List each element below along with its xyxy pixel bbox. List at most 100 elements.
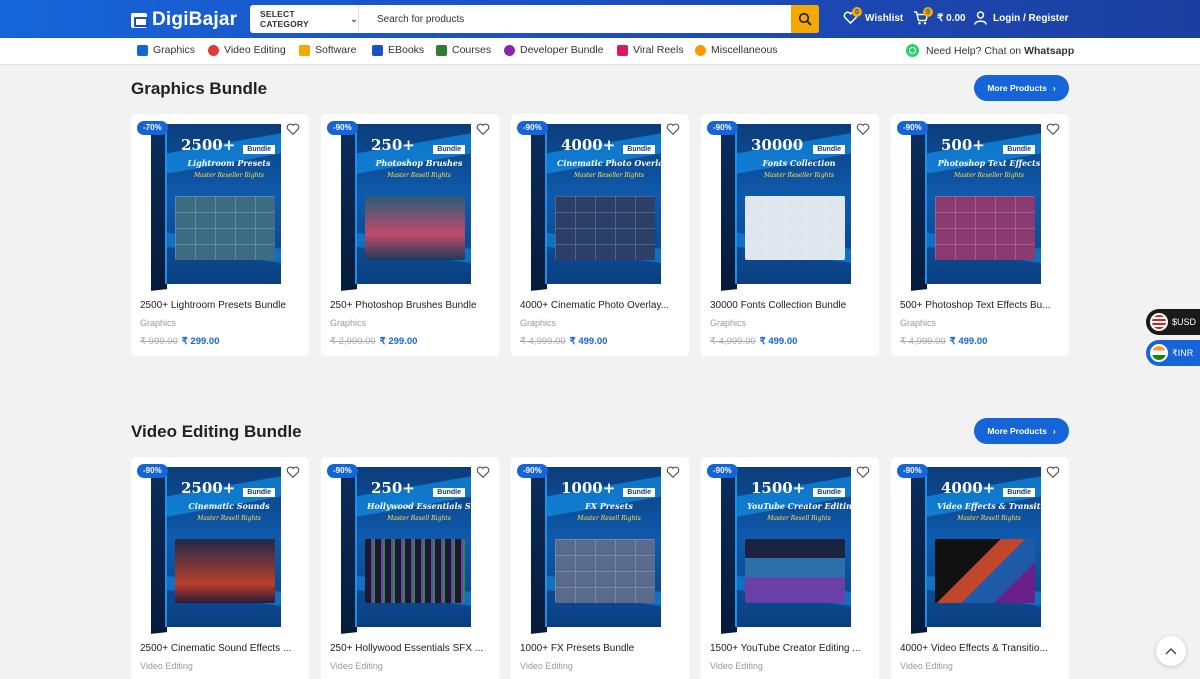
product-name[interactable]: 4000+ Cinematic Photo Overlay... <box>520 300 682 311</box>
box-number: 2500+ <box>181 479 236 497</box>
product-category[interactable]: Video Editing <box>710 661 763 671</box>
product-category[interactable]: Graphics <box>710 318 746 328</box>
product-image[interactable]: 2500+ Bundle Lightroom Presets Master Re… <box>151 122 283 291</box>
wishlist-heart-icon[interactable] <box>856 122 870 136</box>
wishlist-heart-icon[interactable] <box>1046 122 1060 136</box>
misc-icon <box>695 44 706 56</box>
product-name[interactable]: 2500+ Cinematic Sound Effects ... <box>140 643 302 654</box>
product-image[interactable]: 1000+ Bundle FX Presets Master Resell Ri… <box>531 465 663 634</box>
product-name[interactable]: 30000 Fonts Collection Bundle <box>710 300 872 311</box>
whatsapp-help-link[interactable]: Need Help? Chat on Whatsapp <box>906 44 1074 57</box>
search-input[interactable] <box>359 5 791 33</box>
product-name[interactable]: 500+ Photoshop Text Effects Bu... <box>900 300 1062 311</box>
nav-item-graphics[interactable]: Graphics <box>137 44 195 56</box>
box-number: 1000+ <box>561 479 616 497</box>
wishlist-count-badge: 0 <box>852 7 862 17</box>
wishlist-heart-icon[interactable] <box>476 122 490 136</box>
nav-item-ebooks[interactable]: EBooks <box>372 44 424 56</box>
nav-item-developer-bundle[interactable]: Developer Bundle <box>504 44 603 56</box>
nav-item-label: Viral Reels <box>633 44 684 56</box>
wishlist-link[interactable]: 0 Wishlist <box>843 7 904 25</box>
product-image[interactable]: 500+ Bundle Photoshop Text Effects Maste… <box>911 122 1043 291</box>
wishlist-label: Wishlist <box>865 12 904 24</box>
product-card[interactable]: 30000 Bundle Fonts Collection Master Res… <box>701 114 879 356</box>
product-price: ₹ 4,999.00 ₹ 499.00 <box>900 336 987 347</box>
product-card[interactable]: 1500+ Bundle YouTube Creator Editing Pre… <box>701 457 879 679</box>
nav-item-video-editing[interactable]: Video Editing <box>208 44 286 56</box>
product-name[interactable]: 250+ Photoshop Brushes Bundle <box>330 300 492 311</box>
search-icon <box>798 12 812 26</box>
box-rights: Master Resell Rights <box>387 515 451 522</box>
product-image[interactable]: 4000+ Bundle Video Effects & Transitions… <box>911 465 1043 634</box>
chevron-right-icon: › <box>1052 426 1056 436</box>
product-card[interactable]: 250+ Bundle Hollywood Essentials SFX Mas… <box>321 457 499 679</box>
discount-badge: -90% <box>137 464 168 478</box>
nav-item-courses[interactable]: Courses <box>436 44 491 56</box>
product-card[interactable]: 2500+ Bundle Lightroom Presets Master Re… <box>131 114 309 356</box>
box-number: 250+ <box>371 479 415 497</box>
wishlist-heart-icon[interactable] <box>856 465 870 479</box>
us-flag-icon <box>1150 313 1168 331</box>
category-select[interactable]: SELECT CATEGORY ⌄ <box>250 5 359 33</box>
box-number: 4000+ <box>941 479 996 497</box>
wishlist-heart-icon[interactable] <box>1046 465 1060 479</box>
product-name[interactable]: 250+ Hollywood Essentials SFX ... <box>330 643 492 654</box>
box-tag: Bundle <box>243 145 275 154</box>
discount-badge: -90% <box>517 464 548 478</box>
product-name[interactable]: 4000+ Video Effects & Transitio... <box>900 643 1062 654</box>
product-name[interactable]: 1500+ YouTube Creator Editing ... <box>710 643 872 654</box>
product-image[interactable]: 250+ Bundle Photoshop Brushes Master Res… <box>341 122 473 291</box>
box-tag: Bundle <box>813 488 845 497</box>
product-image[interactable]: 30000 Bundle Fonts Collection Master Res… <box>721 122 853 291</box>
box-rights: Master Resell Rights <box>767 515 831 522</box>
product-category[interactable]: Graphics <box>330 318 366 328</box>
more-products-button[interactable]: More Products › <box>974 418 1069 444</box>
wishlist-heart-icon[interactable] <box>666 465 680 479</box>
product-category[interactable]: Video Editing <box>330 661 383 671</box>
product-category[interactable]: Video Editing <box>520 661 573 671</box>
wishlist-heart-icon[interactable] <box>286 122 300 136</box>
product-card[interactable]: 500+ Bundle Photoshop Text Effects Maste… <box>891 114 1069 356</box>
wishlist-heart-icon[interactable] <box>476 465 490 479</box>
box-subtitle: FX Presets <box>585 501 633 511</box>
currency-inr-button[interactable]: ₹INR <box>1146 340 1200 366</box>
product-card[interactable]: 250+ Bundle Photoshop Brushes Master Res… <box>321 114 499 356</box>
product-name[interactable]: 2500+ Lightroom Presets Bundle <box>140 300 302 311</box>
product-name[interactable]: 1000+ FX Presets Bundle <box>520 643 682 654</box>
product-image[interactable]: 250+ Bundle Hollywood Essentials SFX Mas… <box>341 465 473 634</box>
nav-item-software[interactable]: Software <box>299 44 356 56</box>
wishlist-heart-icon[interactable] <box>286 465 300 479</box>
box-tag: Bundle <box>1003 488 1035 497</box>
product-image[interactable]: 4000+ Bundle Cinematic Photo Overlays Ma… <box>531 122 663 291</box>
product-card[interactable]: 4000+ Bundle Video Effects & Transitions… <box>891 457 1069 679</box>
courses-icon <box>436 44 447 56</box>
nav-item-label: Courses <box>452 44 492 56</box>
cart-link[interactable]: 0 ₹ 0.00 <box>913 7 966 25</box>
login-register-link[interactable]: Login / Register <box>974 11 1069 25</box>
search-button[interactable] <box>791 5 819 33</box>
login-label: Login / Register <box>993 12 1069 24</box>
product-category[interactable]: Video Editing <box>900 661 953 671</box>
product-card[interactable]: 4000+ Bundle Cinematic Photo Overlays Ma… <box>511 114 689 356</box>
back-to-top-button[interactable] <box>1156 636 1186 666</box>
more-products-button[interactable]: More Products › <box>974 75 1069 101</box>
product-card[interactable]: 2500+ Bundle Cinematic Sounds Master Res… <box>131 457 309 679</box>
developer-icon <box>504 44 515 56</box>
product-category[interactable]: Graphics <box>520 318 556 328</box>
product-category[interactable]: Graphics <box>900 318 936 328</box>
product-image[interactable]: 2500+ Bundle Cinematic Sounds Master Res… <box>151 465 283 634</box>
wishlist-heart-icon[interactable] <box>666 122 680 136</box>
cart-icon: 0 <box>913 7 933 25</box>
product-category[interactable]: Graphics <box>140 318 176 328</box>
box-subtitle: Hollywood Essentials SFX <box>367 501 471 511</box>
product-card[interactable]: 1000+ Bundle FX Presets Master Resell Ri… <box>511 457 689 679</box>
product-image[interactable]: 1500+ Bundle YouTube Creator Editing Pre… <box>721 465 853 634</box>
reels-icon <box>617 44 628 56</box>
product-price: ₹ 4,999.00 ₹ 499.00 <box>710 336 797 347</box>
currency-usd-button[interactable]: $USD <box>1146 309 1200 335</box>
nav-item-viral-reels[interactable]: Viral Reels <box>617 44 684 56</box>
nav-item-miscellaneous[interactable]: Miscellaneous <box>695 44 778 56</box>
product-category[interactable]: Video Editing <box>140 661 193 671</box>
site-logo[interactable]: DigiBajar <box>131 9 237 31</box>
box-tag: Bundle <box>623 488 655 497</box>
